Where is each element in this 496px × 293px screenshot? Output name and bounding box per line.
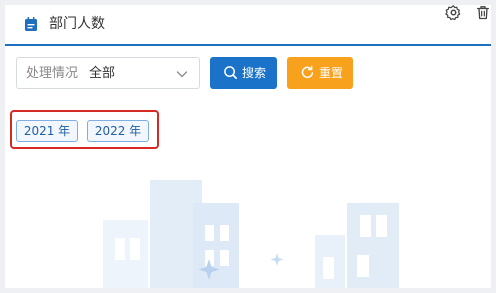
year-tag-2021[interactable]: 2021 年: [16, 120, 78, 142]
panel-header: 部门人数: [5, 5, 491, 45]
year-tag-2022[interactable]: 2022 年: [87, 120, 149, 142]
gear-icon[interactable]: [445, 5, 462, 21]
reset-button-label: 重置: [319, 66, 344, 80]
department-count-panel: 部门人数 处理情况 全部 搜索 重置 2021 年 2022 年: [5, 5, 491, 288]
panel-title: 部门人数: [49, 16, 105, 32]
search-button-label: 搜索: [242, 66, 267, 80]
search-button[interactable]: 搜索: [210, 57, 277, 89]
reset-button[interactable]: 重置: [287, 57, 353, 89]
chevron-down-icon: [176, 71, 188, 78]
trash-icon[interactable]: [475, 5, 491, 21]
status-filter-select[interactable]: 处理情况 全部: [16, 57, 200, 89]
empty-state-illustration: [103, 180, 399, 288]
status-filter-label: 处理情况: [26, 66, 79, 81]
search-icon: [224, 66, 237, 79]
calendar-icon: [25, 17, 37, 31]
status-filter-value: 全部: [89, 66, 116, 81]
refresh-icon: [301, 65, 314, 79]
header-divider: [5, 44, 491, 46]
